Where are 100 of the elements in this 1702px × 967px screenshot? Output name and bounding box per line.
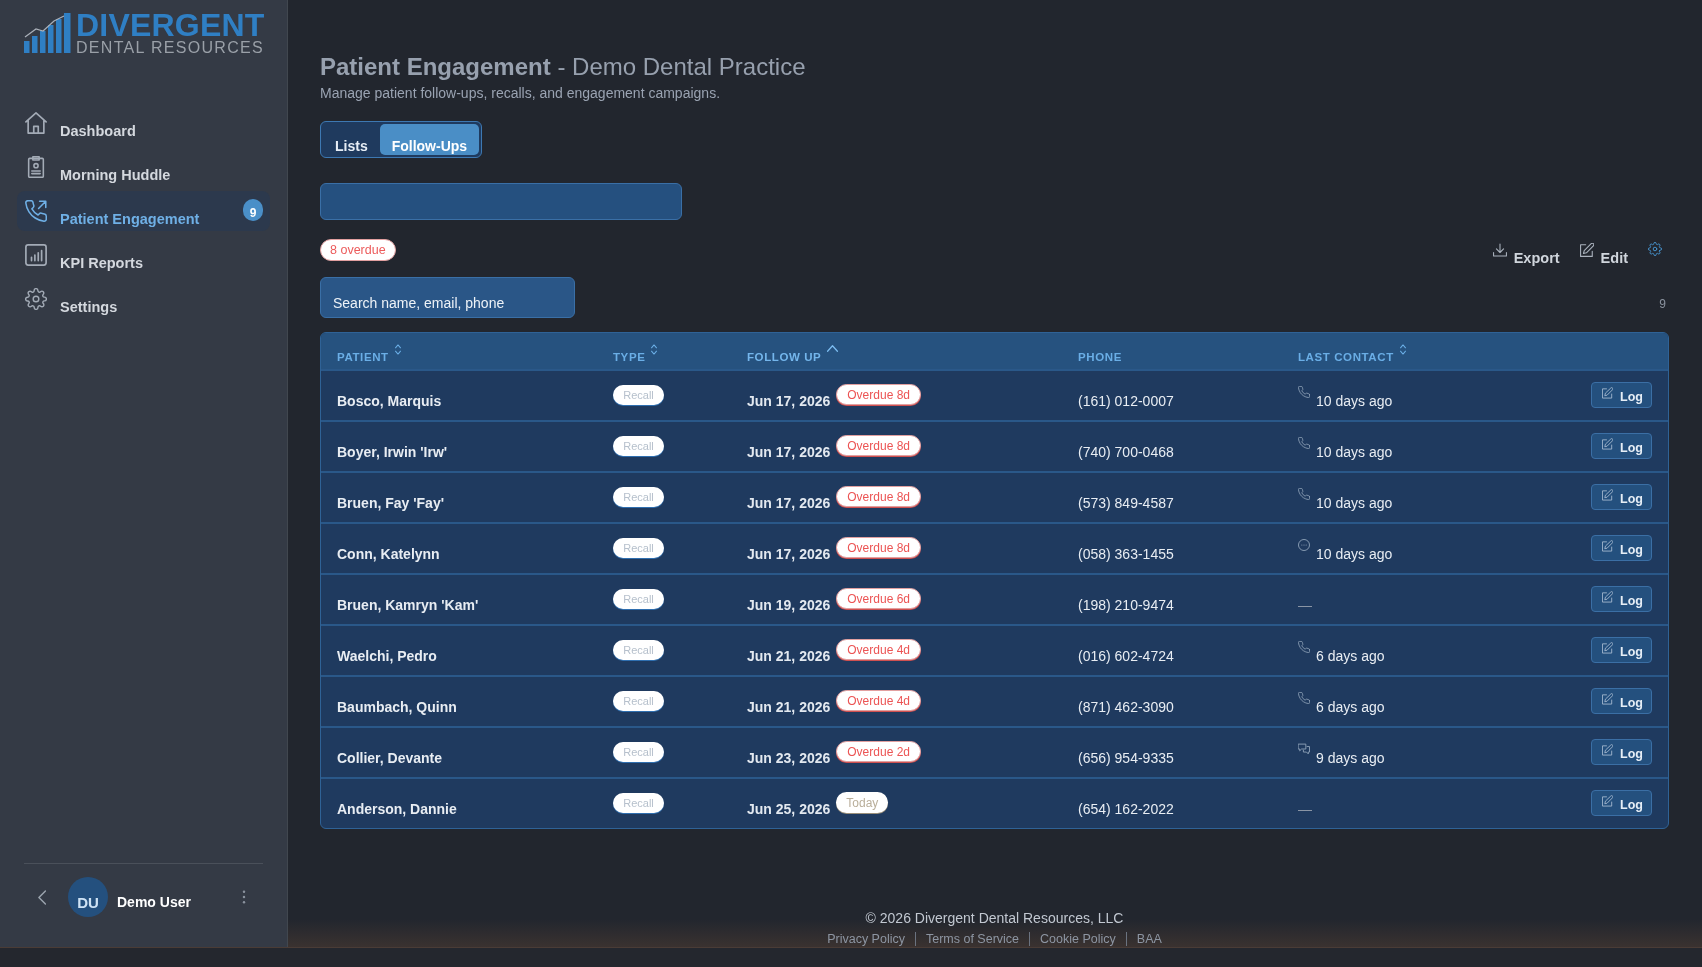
edit-icon (1602, 743, 1614, 757)
table-cell-text: Boyer, Irwin 'Irw' (337, 443, 448, 462)
speech-bubbles-icon (1298, 743, 1310, 755)
nav-item[interactable]: Morning Huddle (17, 147, 270, 187)
status-tag: Overdue 8d (836, 435, 921, 456)
footer-link[interactable]: Privacy Policy (817, 931, 915, 947)
nav-item[interactable]: Patient Engagement 9 (17, 191, 270, 231)
log-button[interactable]: Log (1591, 484, 1652, 510)
table-cell-text: Bruen, Fay 'Fay' (337, 494, 445, 513)
type-tag: Recall (613, 640, 664, 660)
footer-link[interactable]: BAA (1126, 931, 1172, 947)
log-button[interactable]: Log (1591, 739, 1652, 765)
edit-icon (1602, 386, 1614, 400)
status-tag: Overdue 8d (836, 537, 921, 558)
table-cell-text: (656) 954-9335 (1078, 749, 1174, 768)
table-cell-text: Jun 21, 2026 (747, 647, 831, 666)
clipboard-icon (25, 156, 47, 178)
edit-icon (1602, 641, 1614, 655)
nav-item[interactable]: Dashboard (17, 103, 270, 143)
table-cell-text: 10 days ago (1316, 392, 1393, 411)
log-button[interactable]: Log (1591, 433, 1652, 459)
table-cell-text: (871) 462-3090 (1078, 698, 1174, 717)
table-cell-text: (573) 849-4587 (1078, 494, 1174, 513)
table-cell-text: Bruen, Kamryn 'Kam' (337, 596, 479, 615)
log-button[interactable]: Log (1591, 688, 1652, 714)
log-button[interactable]: Log (1591, 790, 1652, 816)
settings-icon[interactable] (1648, 242, 1662, 256)
nav-item[interactable]: Settings (17, 279, 270, 319)
phone-icon (1298, 641, 1310, 653)
status-tag: Overdue 6d (836, 588, 921, 609)
chevron-left-icon[interactable] (38, 889, 46, 905)
table-cell-text: Collier, Devante (337, 749, 443, 768)
status-tag: Overdue 8d (836, 384, 921, 405)
logo-tagline: DENTAL RESOURCES (76, 40, 265, 55)
table-cell-text: Jun 17, 2026 (747, 392, 831, 411)
page-subtitle: Manage patient follow-ups, recalls, and engagement campaigns. (320, 84, 721, 102)
result-count: 9 (1659, 297, 1666, 311)
edit-icon (1602, 590, 1614, 604)
more-menu-icon[interactable] (242, 890, 246, 904)
type-tag: Recall (613, 691, 664, 711)
table-cell-text: Jun 25, 2026 (747, 800, 831, 819)
type-tag: Recall (613, 589, 664, 609)
type-tag: Recall (613, 487, 664, 507)
edit-icon (1602, 488, 1614, 502)
edit-icon (1602, 794, 1614, 808)
user-avatar: DU (68, 877, 108, 917)
export-button[interactable]: Export (1492, 239, 1560, 266)
edit-button[interactable]: Edit (1579, 239, 1628, 266)
table-cell-text: (198) 210-9474 (1078, 596, 1174, 615)
table-cell-text: Conn, Katelynn (337, 545, 440, 564)
table-cell-text: Waelchi, Pedro (337, 647, 437, 666)
overdue-filter-chip[interactable]: 8 overdue (320, 239, 396, 261)
log-button[interactable]: Log (1591, 382, 1652, 408)
log-button[interactable]: Log (1591, 586, 1652, 612)
phone-icon (1298, 437, 1310, 449)
status-tag: Overdue 2d (836, 741, 921, 762)
column-header[interactable]: FOLLOW UP (747, 345, 839, 369)
chart-icon (25, 244, 47, 266)
table-cell-text: (161) 012-0007 (1078, 392, 1174, 411)
table-cell-text: 10 days ago (1316, 443, 1393, 462)
type-tag: Recall (613, 385, 664, 405)
type-tag: Recall (613, 538, 664, 558)
table-cell-text: Jun 17, 2026 (747, 545, 831, 564)
type-tag: Recall (613, 436, 664, 456)
search-field[interactable]: Search name, email, phone (320, 277, 575, 318)
table-cell-text: Bosco, Marquis (337, 392, 442, 411)
input-field[interactable] (320, 183, 682, 220)
table-cell-text: Baumbach, Quinn (337, 698, 457, 717)
phone-icon (25, 200, 47, 222)
sort-ascending-icon (827, 345, 839, 352)
tab[interactable]: Lists (323, 124, 380, 155)
phone-icon (1298, 386, 1310, 398)
table-cell-text: Jun 17, 2026 (747, 494, 831, 513)
footer-link[interactable]: Terms of Service (915, 931, 1030, 947)
table-cell-text: (058) 363-1455 (1078, 545, 1174, 564)
status-tag: Overdue 8d (836, 486, 921, 507)
sort-icon (1399, 344, 1406, 355)
page-title: Patient Engagement - Demo Dental Practice (320, 52, 806, 82)
table-cell-text: 10 days ago (1316, 545, 1393, 564)
phone-icon (1298, 692, 1310, 704)
table-cell-text: (654) 162-2022 (1078, 800, 1174, 819)
nav-item[interactable]: KPI Reports (17, 235, 270, 275)
settings-icon (25, 288, 47, 310)
table-cell-text: Jun 17, 2026 (747, 443, 831, 462)
status-tag: Today (836, 792, 889, 813)
sort-icon (651, 344, 658, 355)
table-cell-text: 6 days ago (1316, 698, 1385, 717)
log-button[interactable]: Log (1591, 535, 1652, 561)
edit-icon (1602, 437, 1614, 451)
footer-link[interactable]: Cookie Policy (1030, 931, 1126, 947)
logo-wordmark: DIVERGENT (76, 11, 265, 39)
download-icon (1492, 243, 1507, 257)
tab[interactable]: Follow-Ups (379, 124, 480, 155)
table-cell-text: Anderson, Dannie (337, 800, 457, 819)
table-cell-text: Jun 19, 2026 (747, 596, 831, 615)
edit-icon (1602, 539, 1614, 553)
logo-icon (24, 12, 71, 53)
table-cell-text: Jun 21, 2026 (747, 698, 831, 717)
log-button[interactable]: Log (1591, 637, 1652, 663)
table-cell-text: — (1298, 596, 1312, 615)
